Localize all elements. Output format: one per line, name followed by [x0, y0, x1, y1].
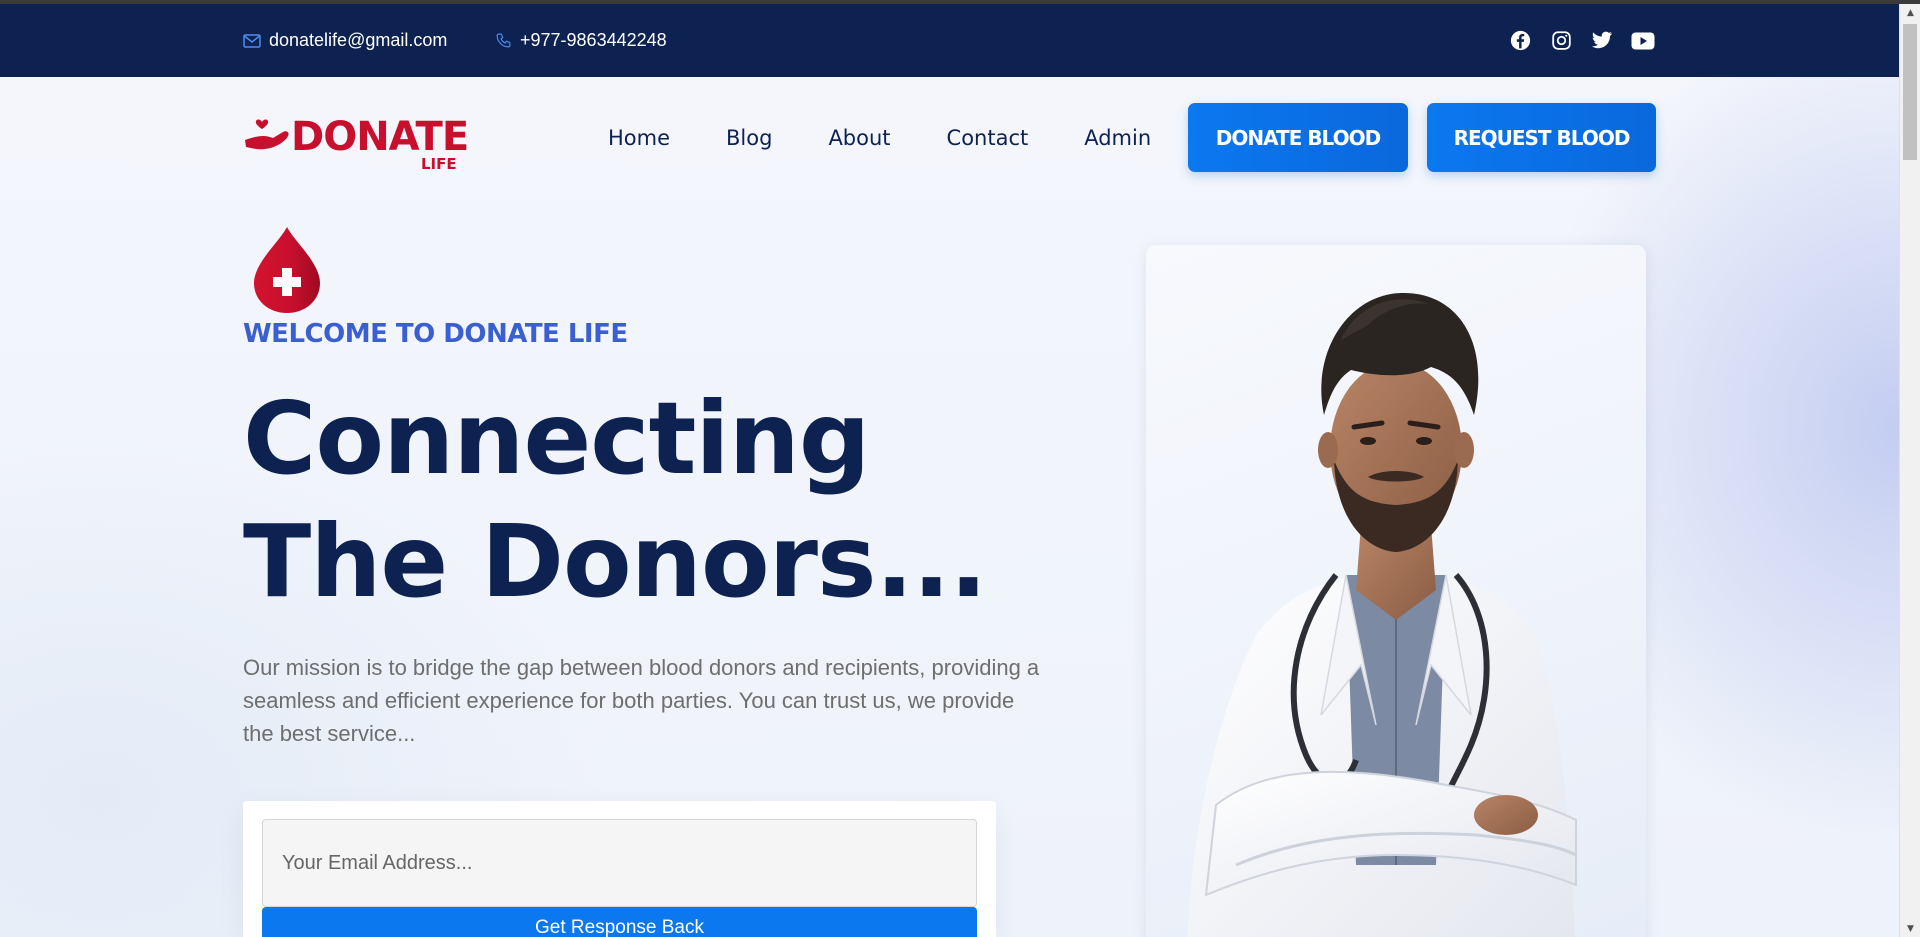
headline-line-1: Connecting: [243, 380, 870, 497]
logo-sub-text: LIFE: [421, 155, 457, 173]
youtube-icon[interactable]: [1631, 29, 1655, 53]
contact-phone-text: +977-9863442248: [520, 30, 667, 50]
mission-text: Our mission is to bridge the gap between…: [243, 655, 1040, 746]
hero-headline: Connecting The Donors...: [243, 377, 987, 623]
page-scrollbar[interactable]: ▲ ▼: [1899, 4, 1920, 937]
welcome-heading: WELCOME TO DONATE LIFE: [243, 319, 628, 349]
doctor-photo-card: [1146, 245, 1646, 937]
twitter-icon[interactable]: [1590, 29, 1614, 53]
email-form-card: Get Response Back: [243, 801, 996, 937]
hand-heart-icon: [245, 119, 289, 150]
email-input[interactable]: [262, 819, 977, 907]
contact-email[interactable]: donatelife@gmail.com: [243, 4, 447, 77]
instagram-icon[interactable]: [1549, 29, 1573, 53]
nav-item-blog[interactable]: Blog: [726, 126, 772, 150]
scroll-thumb[interactable]: [1903, 24, 1917, 160]
hero-section: DONATE LIFE Home Blog About Contact Admi…: [0, 77, 1899, 937]
donate-blood-button[interactable]: DONATE BLOOD: [1188, 103, 1408, 172]
blood-drop-icon: [254, 227, 320, 313]
request-blood-button[interactable]: REQUEST BLOOD: [1427, 103, 1656, 172]
nav-item-home[interactable]: Home: [608, 126, 670, 150]
get-response-button[interactable]: Get Response Back: [262, 907, 977, 937]
facebook-icon[interactable]: [1508, 29, 1532, 53]
main-nav: Home Blog About Contact Admin: [608, 103, 1151, 173]
phone-icon: [496, 33, 511, 48]
headline-line-2: The Donors...: [243, 503, 987, 620]
nav-item-contact[interactable]: Contact: [947, 126, 1029, 150]
top-contact-bar: donatelife@gmail.com +977-9863442248: [0, 4, 1899, 77]
scroll-down-arrow-icon[interactable]: ▼: [1900, 920, 1920, 937]
social-links: [1508, 4, 1655, 77]
logo-main-text: DONATE: [291, 114, 469, 160]
site-logo[interactable]: DONATE LIFE: [243, 110, 469, 173]
mail-icon: [243, 33, 261, 48]
doctor-image: [1187, 292, 1577, 937]
nav-item-admin[interactable]: Admin: [1084, 126, 1151, 150]
nav-item-about[interactable]: About: [828, 126, 890, 150]
contact-phone[interactable]: +977-9863442248: [495, 4, 667, 77]
scroll-up-arrow-icon[interactable]: ▲: [1900, 4, 1920, 21]
contact-email-text: donatelife@gmail.com: [269, 30, 448, 50]
